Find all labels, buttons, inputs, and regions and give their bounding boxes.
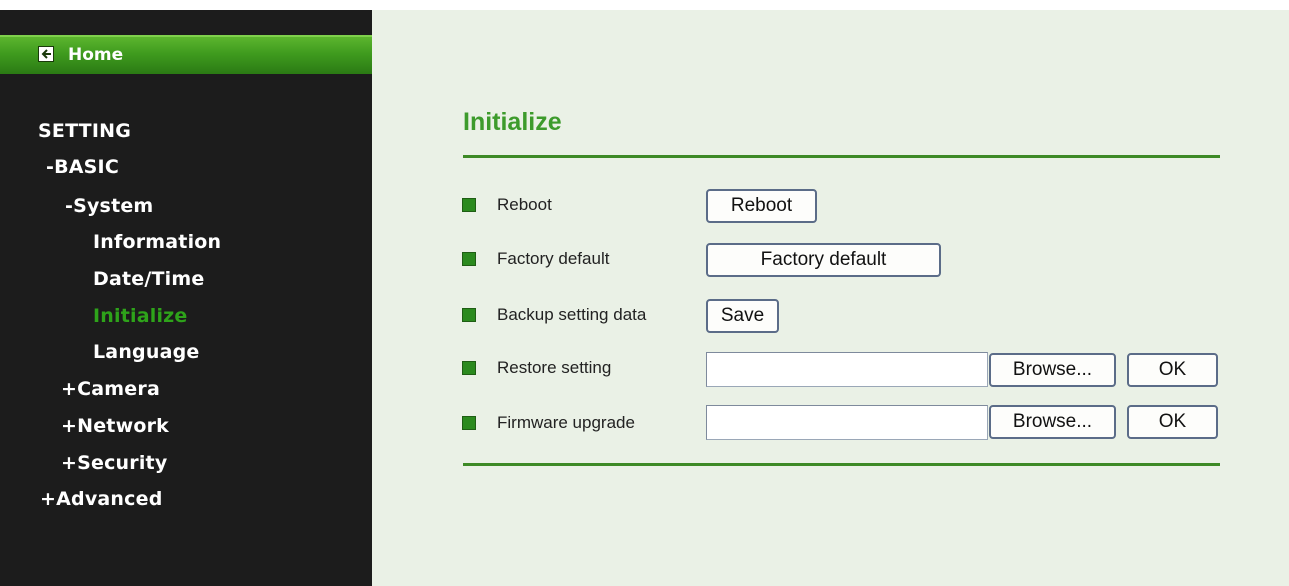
row-marker-icon: [462, 308, 476, 322]
home-label: Home: [68, 45, 124, 65]
row-marker-icon: [462, 416, 476, 430]
sidebar: Home SETTING -BASIC -System Information …: [0, 10, 372, 586]
top-divider: [463, 155, 1220, 158]
firmware-ok-button[interactable]: OK: [1127, 405, 1218, 439]
restore-browse-button[interactable]: Browse...: [989, 353, 1116, 387]
nav-initialize[interactable]: Initialize: [93, 305, 188, 327]
nav-camera[interactable]: +Camera: [61, 378, 160, 400]
factory-default-button[interactable]: Factory default: [706, 243, 941, 277]
reboot-button[interactable]: Reboot: [706, 189, 817, 223]
save-button[interactable]: Save: [706, 299, 779, 333]
nav-date-time[interactable]: Date/Time: [93, 268, 204, 290]
restore-setting-label: Restore setting: [497, 358, 612, 377]
row-marker-icon: [462, 198, 476, 212]
nav-security[interactable]: +Security: [61, 452, 167, 474]
bottom-divider: [463, 463, 1220, 466]
page-title: Initialize: [463, 108, 562, 136]
nav-network[interactable]: +Network: [61, 415, 169, 437]
nav-advanced[interactable]: +Advanced: [40, 488, 163, 510]
nav-setting[interactable]: SETTING: [38, 120, 131, 142]
restore-file-input[interactable]: [706, 352, 988, 387]
nav-information[interactable]: Information: [93, 231, 221, 253]
row-marker-icon: [462, 252, 476, 266]
nav-language[interactable]: Language: [93, 341, 200, 363]
backup-setting-label: Backup setting data: [497, 305, 647, 324]
row-marker-icon: [462, 361, 476, 375]
nav-basic[interactable]: -BASIC: [46, 156, 119, 178]
firmware-browse-button[interactable]: Browse...: [989, 405, 1116, 439]
back-arrow-icon: [38, 46, 54, 62]
home-link[interactable]: Home: [0, 35, 372, 74]
nav-system[interactable]: -System: [65, 195, 153, 217]
restore-ok-button[interactable]: OK: [1127, 353, 1218, 387]
reboot-label: Reboot: [497, 195, 552, 214]
main-panel: [372, 10, 1289, 586]
factory-default-label: Factory default: [497, 249, 610, 268]
app-window: Home SETTING -BASIC -System Information …: [0, 0, 1289, 586]
firmware-upgrade-label: Firmware upgrade: [497, 413, 635, 432]
firmware-file-input[interactable]: [706, 405, 988, 440]
